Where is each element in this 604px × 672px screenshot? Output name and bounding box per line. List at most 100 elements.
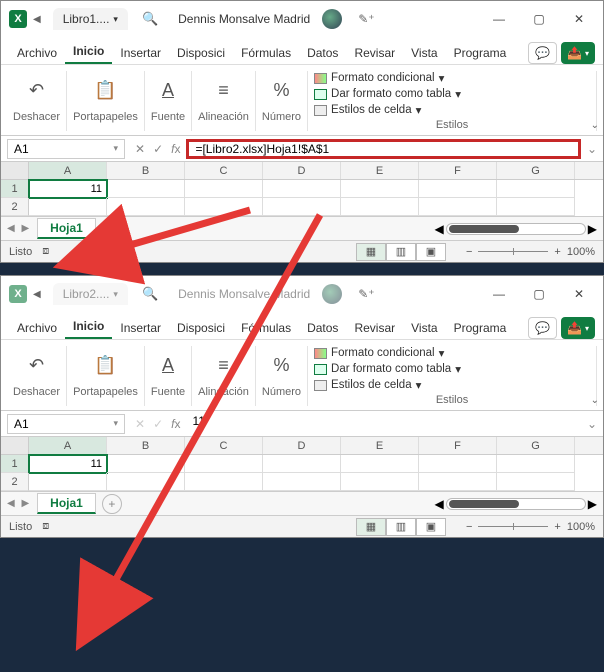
expand-formula-icon[interactable]: ⌄ [587, 417, 597, 431]
tab-vista[interactable]: Vista [403, 42, 445, 64]
comments-button[interactable]: 💬 [528, 42, 557, 64]
col-header-d[interactable]: D [263, 437, 341, 454]
tab-datos[interactable]: Datos [299, 317, 346, 339]
sheet-tab[interactable]: Hoja1 [37, 218, 96, 239]
sheet-tab[interactable]: Hoja1 [37, 493, 96, 514]
zoom-level[interactable]: 100% [567, 521, 595, 533]
minimize-button[interactable]: — [479, 3, 519, 35]
cell-a1[interactable]: 11 [29, 455, 107, 473]
zoom-out-icon[interactable]: − [466, 521, 472, 533]
cell[interactable] [341, 180, 419, 198]
tab-revisar[interactable]: Revisar [346, 42, 403, 64]
cell[interactable] [497, 455, 575, 473]
col-header-g[interactable]: G [497, 437, 575, 454]
cell[interactable] [419, 198, 497, 216]
macro-record-icon[interactable]: ⧈ [42, 245, 49, 258]
number-icon[interactable]: % [273, 355, 289, 376]
tab-programador[interactable]: Programa [446, 317, 515, 339]
select-all-corner[interactable] [1, 437, 29, 454]
search-icon[interactable]: 🔍 [142, 11, 158, 27]
format-as-table-button[interactable]: Dar formato como tabla ▾ [314, 362, 461, 376]
cell[interactable] [29, 473, 107, 491]
cell[interactable] [107, 198, 185, 216]
tab-inicio[interactable]: Inicio [65, 315, 112, 339]
col-header-b[interactable]: B [107, 162, 185, 179]
number-icon[interactable]: % [273, 80, 289, 101]
workbook-tab[interactable]: Libro2.... ▾ [53, 283, 128, 305]
scroll-right-icon[interactable]: ▶ [588, 222, 597, 236]
cell[interactable] [263, 455, 341, 473]
macro-record-icon[interactable]: ⧈ [42, 520, 49, 533]
expand-formula-icon[interactable]: ⌄ [587, 142, 597, 156]
view-pagebreak-button[interactable]: ▣ [416, 243, 446, 261]
search-icon[interactable]: 🔍 [142, 286, 158, 302]
cell[interactable] [497, 198, 575, 216]
name-box[interactable]: A1▾ [7, 414, 125, 434]
tab-dropdown-icon[interactable]: ▾ [113, 289, 118, 300]
formula-input[interactable]: 11 [186, 414, 580, 434]
row-header-1[interactable]: 1 [1, 455, 29, 473]
format-as-table-button[interactable]: Dar formato como tabla ▾ [314, 87, 461, 101]
cell[interactable] [341, 198, 419, 216]
view-normal-button[interactable]: ▦ [356, 243, 386, 261]
view-pagelayout-button[interactable]: ▥ [386, 518, 416, 536]
zoom-slider[interactable] [478, 251, 548, 252]
tab-disposicion[interactable]: Disposici [169, 42, 233, 64]
col-header-a[interactable]: A [29, 437, 107, 454]
tab-vista[interactable]: Vista [403, 317, 445, 339]
cell[interactable] [263, 180, 341, 198]
select-all-corner[interactable] [1, 162, 29, 179]
workbook-tab[interactable]: Libro1.... ▾ [53, 8, 128, 30]
cell[interactable] [419, 455, 497, 473]
cell[interactable] [107, 180, 185, 198]
hscroll-track[interactable] [446, 223, 586, 235]
cell[interactable] [185, 473, 263, 491]
add-sheet-button[interactable]: + [102, 219, 122, 239]
cell[interactable] [341, 455, 419, 473]
cell-a1[interactable]: 11 [29, 180, 107, 198]
view-normal-button[interactable]: ▦ [356, 518, 386, 536]
paste-icon[interactable]: 📋 [94, 80, 116, 101]
tab-inicio[interactable]: Inicio [65, 40, 112, 64]
tab-insertar[interactable]: Insertar [112, 317, 169, 339]
col-header-f[interactable]: F [419, 437, 497, 454]
col-header-a[interactable]: A [29, 162, 107, 179]
conditional-format-button[interactable]: Formato condicional ▾ [314, 71, 461, 85]
add-sheet-button[interactable]: + [102, 494, 122, 514]
fx-icon[interactable]: fx [171, 142, 180, 156]
grid[interactable]: A B C D E F G 1 11 2 [1, 437, 603, 491]
cell-styles-button[interactable]: Estilos de celda ▾ [314, 103, 461, 117]
minimize-button[interactable]: — [479, 278, 519, 310]
cell[interactable] [185, 180, 263, 198]
undo-icon[interactable]: ↶ [29, 80, 44, 101]
maximize-button[interactable]: ▢ [519, 3, 559, 35]
view-pagebreak-button[interactable]: ▣ [416, 518, 446, 536]
collapse-ribbon-icon[interactable]: ⌄ [591, 395, 599, 406]
close-button[interactable]: ✕ [559, 3, 599, 35]
cell[interactable] [107, 473, 185, 491]
view-pagelayout-button[interactable]: ▥ [386, 243, 416, 261]
cell-styles-button[interactable]: Estilos de celda ▾ [314, 378, 461, 392]
tab-archivo[interactable]: Archivo [9, 42, 65, 64]
tab-archivo[interactable]: Archivo [9, 317, 65, 339]
cell[interactable] [185, 198, 263, 216]
tab-formulas[interactable]: Fórmulas [233, 42, 299, 64]
col-header-f[interactable]: F [419, 162, 497, 179]
collapse-ribbon-icon[interactable]: ⌄ [591, 120, 599, 131]
conditional-format-button[interactable]: Formato condicional ▾ [314, 346, 461, 360]
font-icon[interactable]: A [162, 80, 174, 101]
cancel-formula-icon[interactable]: ✕ [135, 142, 145, 156]
scroll-left-icon[interactable]: ◀ [435, 497, 444, 511]
cancel-formula-icon[interactable]: ✕ [135, 417, 145, 431]
font-icon[interactable]: A [162, 355, 174, 376]
sheet-nav[interactable]: ◀ ▶ [7, 223, 31, 234]
accept-formula-icon[interactable]: ✓ [153, 142, 163, 156]
col-header-b[interactable]: B [107, 437, 185, 454]
cell[interactable] [185, 455, 263, 473]
chevron-left-icon[interactable]: ◀ [33, 289, 41, 300]
close-button[interactable]: ✕ [559, 278, 599, 310]
cell[interactable] [263, 198, 341, 216]
col-header-g[interactable]: G [497, 162, 575, 179]
avatar[interactable] [322, 9, 342, 29]
cell[interactable] [497, 180, 575, 198]
